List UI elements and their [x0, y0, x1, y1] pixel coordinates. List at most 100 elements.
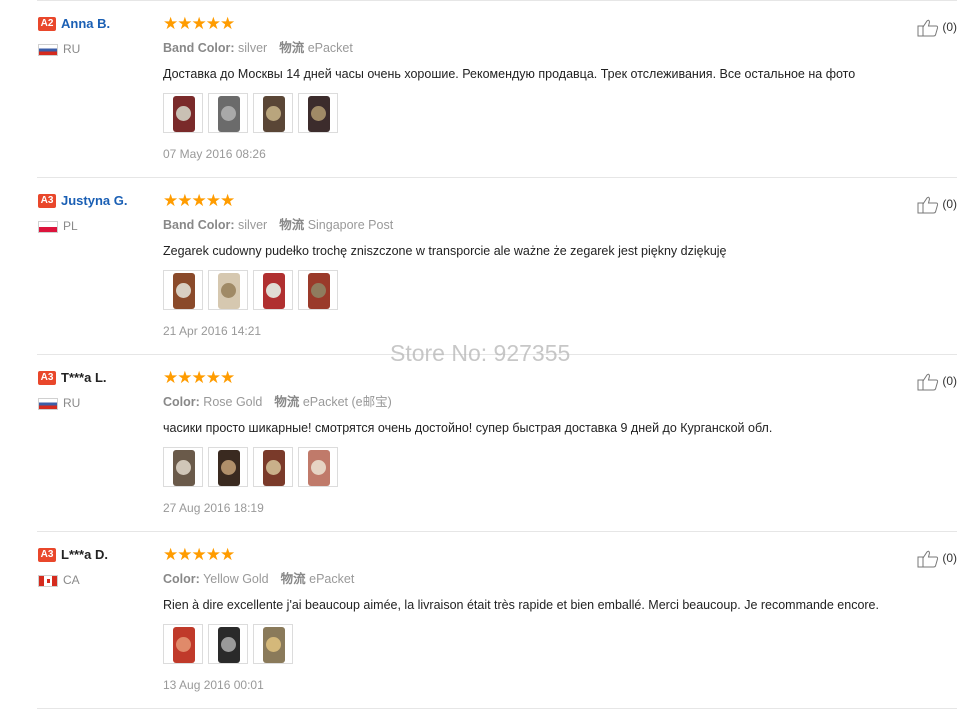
- thumbs-up-icon: [917, 373, 939, 391]
- review-body: ★★★★★ Color: Yellow Gold 物流 ePacket Rien à …: [163, 546, 943, 692]
- reviewer-info: A3 L***a D. CA: [38, 546, 158, 587]
- review-text: Zegarek cudowny pudełko trochę zniszczon…: [163, 244, 727, 258]
- review-item: A3 Justyna G. PL ★★★★★ Band Color: silver 物流 …: [0, 178, 977, 355]
- country-code: CA: [63, 573, 80, 587]
- review-photo-thumbnail[interactable]: [208, 270, 248, 310]
- reviewer-name[interactable]: Justyna G.: [61, 193, 127, 208]
- reviewer-country: RU: [38, 42, 158, 56]
- review-photo-thumbnail[interactable]: [253, 270, 293, 310]
- watch-dial: [221, 460, 236, 475]
- shipping-label: 物流: [280, 572, 306, 586]
- order-attributes: Band Color: silver 物流 ePacket: [163, 40, 943, 56]
- review-photo-thumbnail[interactable]: [253, 624, 293, 664]
- shipping-value: ePacket: [309, 572, 355, 586]
- review-text: часики просто шикарные! смотрятся очень …: [163, 421, 773, 435]
- order-attributes: Color: Rose Gold 物流 ePacket (e邮宝): [163, 394, 943, 410]
- review-photo-thumbnail[interactable]: [253, 93, 293, 133]
- buyer-level-badge: A3: [38, 193, 56, 208]
- review-photos: [163, 624, 943, 666]
- shipping-value: ePacket: [307, 41, 353, 55]
- helpful-count: (0): [942, 197, 957, 211]
- watch-dial: [221, 283, 236, 298]
- review-photos: [163, 447, 943, 489]
- reviewer-name[interactable]: T***a L.: [61, 370, 107, 385]
- review-photo-thumbnail[interactable]: [298, 93, 338, 133]
- thumbs-up-icon: [917, 196, 939, 214]
- review-text: Доставка до Москвы 14 дней часы очень хо…: [163, 67, 856, 81]
- country-flag-icon: [38, 220, 58, 233]
- country-flag-icon: [38, 397, 58, 410]
- watch-dial: [176, 460, 191, 475]
- order-attributes: Color: Yellow Gold 物流 ePacket: [163, 571, 943, 587]
- country-code: PL: [63, 219, 78, 233]
- attribute-value: Yellow Gold: [203, 572, 269, 586]
- review-photo-thumbnail[interactable]: [208, 624, 248, 664]
- review-date: 27 Aug 2016 18:19: [163, 501, 264, 515]
- review-body: ★★★★★ Band Color: silver 物流 Singapore Post…: [163, 192, 943, 338]
- thumbs-up-icon: [917, 550, 939, 568]
- shipping-value: Singapore Post: [307, 218, 394, 232]
- star-rating: ★★★★★: [163, 14, 235, 33]
- shipping-label: 物流: [279, 41, 305, 55]
- country-code: RU: [63, 396, 81, 410]
- country-code: RU: [63, 42, 81, 56]
- reviewer-name[interactable]: L***a D.: [61, 547, 108, 562]
- review-photo-thumbnail[interactable]: [298, 270, 338, 310]
- review-date: 21 Apr 2016 14:21: [163, 324, 262, 338]
- reviewer-name[interactable]: Anna B.: [61, 16, 110, 31]
- watch-dial: [266, 637, 281, 652]
- watch-dial: [176, 283, 191, 298]
- reviewer-info: A3 T***a L. RU: [38, 369, 158, 410]
- review-date: 13 Aug 2016 00:01: [163, 678, 264, 692]
- attribute-label: Color:: [163, 572, 200, 586]
- review-photo-thumbnail[interactable]: [208, 93, 248, 133]
- review-item: A2 Anna B. RU ★★★★★ Band Color: silver 物流 ePa…: [0, 1, 977, 178]
- reviewer-info: A2 Anna B. RU: [38, 15, 158, 56]
- helpful-button[interactable]: (0): [917, 194, 957, 214]
- review-photo-thumbnail[interactable]: [298, 447, 338, 487]
- star-rating: ★★★★★: [163, 545, 235, 564]
- review-photo-thumbnail[interactable]: [208, 447, 248, 487]
- review-body: ★★★★★ Band Color: silver 物流 ePacket Доставк…: [163, 15, 943, 161]
- star-rating: ★★★★★: [163, 191, 235, 210]
- review-photo-thumbnail[interactable]: [163, 93, 203, 133]
- review-item: A3 T***a L. RU ★★★★★ Color: Rose Gold 物流 ePac…: [0, 355, 977, 532]
- review-item: A3 L***a D. CA ★★★★★ Color: Yellow Gold 物流 eP…: [0, 532, 977, 709]
- review-photos: [163, 93, 943, 135]
- country-flag-icon: [38, 43, 58, 56]
- attribute-value: silver: [238, 41, 268, 55]
- shipping-label: 物流: [279, 218, 305, 232]
- buyer-level-badge: A3: [38, 370, 56, 385]
- review-text: Rien à dire excellente j'ai beaucoup aim…: [163, 598, 879, 612]
- watch-dial: [311, 106, 326, 121]
- watch-dial: [266, 283, 281, 298]
- shipping-value: ePacket (e邮宝): [302, 395, 392, 409]
- review-photo-thumbnail[interactable]: [163, 624, 203, 664]
- watch-dial: [311, 283, 326, 298]
- attribute-value: Rose Gold: [203, 395, 263, 409]
- review-photo-thumbnail[interactable]: [253, 447, 293, 487]
- thumbs-up-icon: [917, 19, 939, 37]
- buyer-level-badge: A3: [38, 547, 56, 562]
- review-date: 07 May 2016 08:26: [163, 147, 266, 161]
- buyer-level-badge: A2: [38, 16, 56, 31]
- attribute-label: Band Color:: [163, 41, 235, 55]
- helpful-count: (0): [942, 20, 957, 34]
- review-photo-thumbnail[interactable]: [163, 270, 203, 310]
- helpful-count: (0): [942, 374, 957, 388]
- store-watermark: Store No: 927355: [390, 340, 571, 366]
- helpful-count: (0): [942, 551, 957, 565]
- watch-dial: [221, 106, 236, 121]
- review-photo-thumbnail[interactable]: [163, 447, 203, 487]
- country-flag-icon: [38, 574, 58, 587]
- helpful-button[interactable]: (0): [917, 17, 957, 37]
- order-attributes: Band Color: silver 物流 Singapore Post: [163, 217, 943, 233]
- helpful-button[interactable]: (0): [917, 371, 957, 391]
- attribute-label: Band Color:: [163, 218, 235, 232]
- helpful-button[interactable]: (0): [917, 548, 957, 568]
- watch-dial: [221, 637, 236, 652]
- watch-dial: [176, 106, 191, 121]
- star-rating: ★★★★★: [163, 368, 235, 387]
- watch-dial: [266, 460, 281, 475]
- watch-dial: [266, 106, 281, 121]
